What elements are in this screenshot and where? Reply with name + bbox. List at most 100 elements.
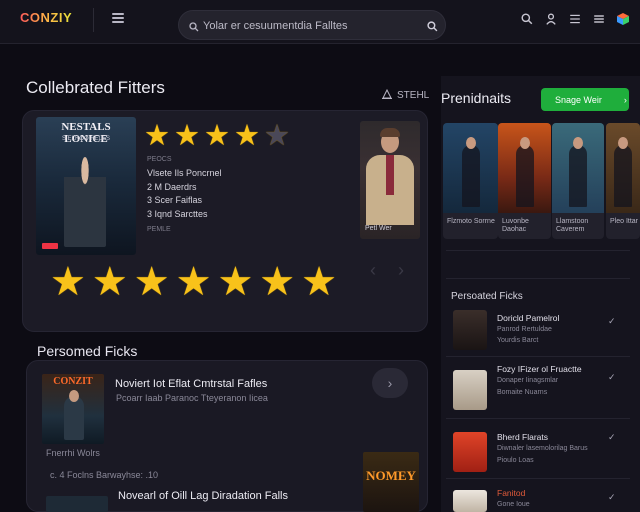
prediction-caption: Pleo Ittar: [610, 218, 639, 225]
star-icon[interactable]: ★: [301, 262, 337, 302]
see-all-label: Snage Weir: [555, 94, 602, 105]
divider: [446, 418, 630, 419]
side-pick-thumb[interactable]: [453, 370, 487, 410]
divider: [93, 8, 94, 32]
poster-badge: [42, 243, 58, 249]
see-all-button[interactable]: Snage Weir ›: [541, 88, 629, 111]
divider: [446, 250, 630, 251]
pick-poster[interactable]: [46, 496, 108, 512]
side-pick-thumb[interactable]: [453, 490, 487, 512]
divider: [446, 356, 630, 357]
side-pick-sub: Diwnaler lasemolorilag Barus: [497, 445, 588, 452]
prediction-poster: [552, 123, 604, 213]
search-input[interactable]: [203, 16, 413, 36]
menu-icon[interactable]: [592, 12, 606, 26]
check-icon[interactable]: ✓: [608, 316, 616, 327]
side-pick-sub: Panrod Rertuldae: [497, 326, 552, 333]
star-icon[interactable]: ★: [176, 262, 212, 302]
side-pick-sub: Pioulo Loas: [497, 457, 534, 464]
poster-figure: [64, 396, 84, 440]
large-rating-stars[interactable]: ★ ★ ★ ★ ★ ★ ★: [50, 262, 337, 302]
side-pick-title[interactable]: Fanitod: [497, 488, 525, 498]
next-arrow-button[interactable]: ›: [372, 368, 408, 398]
divider: [446, 478, 630, 479]
side-picks-title: Persoated Ficks: [451, 291, 523, 302]
list-icon[interactable]: [568, 12, 582, 26]
actor-label: Petl Wer: [365, 225, 392, 232]
pick-title[interactable]: Noviert Iot Eflat Cmtrstal Fafles: [115, 378, 267, 390]
info-footer: PEMLE: [147, 226, 171, 233]
prediction-card[interactable]: Llamstoon Caverem: [552, 123, 604, 239]
check-icon[interactable]: ✓: [608, 432, 616, 443]
star-icon[interactable]: ★: [217, 262, 253, 302]
search-icon[interactable]: [520, 12, 534, 26]
info-line: 3 Iqnd Sarcttes: [147, 208, 208, 219]
poster-figure-head: [69, 390, 79, 402]
filter-label: STEHL: [397, 90, 430, 101]
actor-photo[interactable]: [360, 121, 420, 239]
rating-stars[interactable]: ★ ★ ★ ★ ★: [144, 120, 290, 152]
poster-figure: [64, 157, 106, 247]
search-bar[interactable]: [178, 10, 446, 40]
side-pick-sub: Yourdis Barct: [497, 337, 539, 344]
side-pick-sub: Donaper Iinagsmlar: [497, 377, 559, 384]
pick-subtitle: c. 4 Foclns Barwayhse: .10: [50, 470, 159, 480]
star-icon[interactable]: ★: [204, 120, 230, 152]
star-icon[interactable]: ★: [259, 262, 295, 302]
check-icon[interactable]: ✓: [608, 492, 616, 503]
predictions-title: Prenidnaits: [441, 90, 512, 106]
star-icon[interactable]: ★: [144, 120, 170, 152]
hamburger-menu-icon[interactable]: [112, 13, 124, 23]
featured-poster[interactable]: NESTALS LONICE S ELROO RELES: [36, 117, 136, 255]
pick-subtitle: Pcoarr Iaab Paranoc Tteyeranon Iicea: [116, 393, 268, 403]
side-pick-thumb[interactable]: [453, 310, 487, 350]
side-pick-thumb[interactable]: [453, 432, 487, 472]
side-pick-title[interactable]: Doricld Pamelrol: [497, 313, 559, 323]
prediction-caption: Flzmoto Sorrne: [447, 218, 495, 225]
prediction-card[interactable]: Luvonbe Daohac: [498, 123, 551, 239]
info-line: 3 Scer Faiflas: [147, 195, 203, 205]
personal-picks-title: Persomed Ficks: [37, 343, 138, 359]
chevron-right-icon: ›: [623, 94, 627, 105]
prediction-card[interactable]: Flzmoto Sorrne: [443, 123, 498, 239]
user-icon[interactable]: [544, 12, 558, 26]
section-title: Collebrated Fitters: [26, 78, 165, 97]
poster-subtitle: S ELROO RELES: [61, 136, 111, 142]
check-icon[interactable]: ✓: [608, 372, 616, 383]
prediction-poster: [443, 123, 498, 213]
pick-poster-title: CONZIT: [53, 376, 93, 387]
side-pick-sub: Bomaite Nuarns: [497, 389, 548, 396]
prev-chevron-icon[interactable]: ‹: [370, 260, 376, 281]
prediction-poster: [606, 123, 640, 213]
prediction-caption: Llamstoon Caverem: [556, 218, 589, 233]
filter-button[interactable]: STEHL: [382, 88, 430, 102]
pick-caption: Fnerrhi Wolrs: [46, 448, 100, 458]
info-line: 2 M Daerdrs: [147, 181, 197, 192]
star-icon[interactable]: ★: [234, 120, 260, 152]
side-pick-title[interactable]: Bherd Flarats: [497, 432, 548, 442]
star-icon[interactable]: ★: [50, 262, 86, 302]
star-icon[interactable]: ★: [134, 262, 170, 302]
star-icon[interactable]: ★: [264, 120, 290, 152]
pick-poster-title: NOMEY: [366, 468, 416, 483]
search-icon: [189, 19, 199, 37]
pick-poster[interactable]: CONZIT: [42, 374, 104, 444]
search-submit-icon[interactable]: [427, 19, 438, 37]
info-list: Vlsete Ils Poncrnel 2 M Daerdrs 3 Scer F…: [147, 167, 222, 221]
prediction-card[interactable]: Pleo Ittar: [606, 123, 640, 239]
actor-shirt: [386, 155, 394, 195]
side-pick-title[interactable]: Fozy IFizer ol Fruactte: [497, 364, 582, 374]
prediction-caption: Luvonbe Daohac: [502, 218, 529, 233]
top-bar: CONZIY: [0, 0, 640, 44]
next-chevron-icon[interactable]: ›: [398, 260, 404, 281]
filter-icon: [382, 88, 392, 102]
cube-icon[interactable]: [616, 12, 630, 26]
star-icon[interactable]: ★: [92, 262, 128, 302]
pick-poster[interactable]: NOMEY: [363, 452, 419, 512]
prediction-poster: [498, 123, 551, 213]
pick-title[interactable]: Novearl of Oill Lag Diradation Falls: [118, 490, 288, 502]
side-pick-sub: Gone Ioue: [497, 501, 530, 508]
app-logo[interactable]: CONZIY: [20, 10, 72, 25]
info-header: PEOCS: [147, 156, 172, 163]
star-icon[interactable]: ★: [174, 120, 200, 152]
